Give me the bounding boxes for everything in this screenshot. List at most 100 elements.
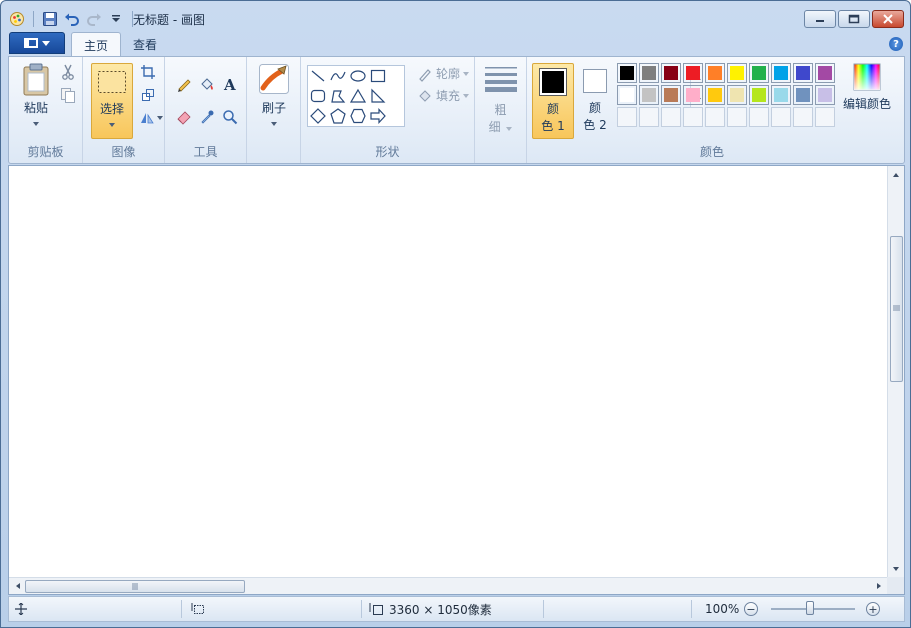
fill-icon: [419, 89, 431, 102]
rotate-icon: [141, 113, 154, 124]
cut-button[interactable]: [57, 61, 79, 83]
shape-pentagon[interactable]: [328, 106, 348, 126]
palette-color-swatch[interactable]: [683, 63, 703, 83]
paste-button[interactable]: 粘贴: [17, 63, 55, 133]
minimize-button[interactable]: [804, 10, 836, 28]
group-clipboard: 粘贴 剪贴板: [9, 57, 83, 163]
palette-color-swatch[interactable]: [771, 63, 791, 83]
resize-button[interactable]: [137, 84, 159, 106]
custom-color-slot[interactable]: [793, 107, 813, 127]
custom-color-slot[interactable]: [749, 107, 769, 127]
shape-diamond[interactable]: [308, 106, 328, 126]
color1-button[interactable]: 颜 色 1: [532, 63, 574, 139]
palette-color-swatch[interactable]: [771, 85, 791, 105]
swatch-fill: [664, 66, 678, 80]
palette-color-swatch[interactable]: [705, 63, 725, 83]
crop-button[interactable]: [137, 61, 159, 83]
copy-button[interactable]: [57, 84, 79, 106]
palette-color-swatch[interactable]: [815, 85, 835, 105]
minus-icon: −: [746, 602, 756, 616]
customize-qat-icon[interactable]: [108, 11, 124, 27]
custom-color-slot[interactable]: [727, 107, 747, 127]
palette-color-swatch[interactable]: [727, 63, 747, 83]
drawing-canvas[interactable]: [14, 166, 888, 578]
horizontal-scroll-thumb[interactable]: [25, 580, 245, 593]
pencil-button[interactable]: [173, 73, 195, 95]
zoom-out-button[interactable]: −: [744, 602, 758, 616]
canvas-area[interactable]: [8, 165, 905, 595]
custom-color-slot[interactable]: [705, 107, 725, 127]
swatch-fill: [664, 88, 678, 102]
custom-color-slot[interactable]: [661, 107, 681, 127]
eraser-button[interactable]: [173, 106, 195, 128]
palette-color-swatch[interactable]: [617, 63, 637, 83]
palette-color-swatch[interactable]: [793, 85, 813, 105]
palette-color-swatch[interactable]: [639, 63, 659, 83]
fill-button[interactable]: [196, 73, 218, 95]
horizontal-scrollbar[interactable]: [9, 577, 888, 594]
shape-triangle[interactable]: [348, 86, 368, 106]
shape-curve[interactable]: [328, 66, 348, 86]
custom-color-slot[interactable]: [617, 107, 637, 127]
select-button[interactable]: 选择: [91, 63, 133, 139]
outline-button[interactable]: 轮廓: [417, 65, 470, 82]
shape-line[interactable]: [308, 66, 328, 86]
scroll-down-button[interactable]: [890, 563, 902, 575]
chevron-down-icon: [157, 116, 163, 120]
custom-color-slot[interactable]: [683, 107, 703, 127]
shape-hexagon[interactable]: [348, 106, 368, 126]
palette-color-swatch[interactable]: [639, 85, 659, 105]
palette-color-swatch[interactable]: [793, 63, 813, 83]
scroll-right-button[interactable]: [873, 580, 885, 592]
group-size[interactable]: 粗 细: [475, 57, 527, 163]
palette-color-swatch[interactable]: [727, 85, 747, 105]
paint-bucket-icon: [201, 78, 213, 90]
tab-home[interactable]: 主页: [71, 32, 122, 57]
color2-button[interactable]: 颜 色 2: [576, 63, 614, 139]
undo-icon[interactable]: [64, 11, 80, 27]
zoom-in-button[interactable]: +: [866, 602, 880, 616]
palette-color-swatch[interactable]: [815, 63, 835, 83]
color2-label-line1: 颜: [588, 101, 601, 115]
help-icon[interactable]: ?: [889, 37, 903, 51]
rotate-button[interactable]: [137, 107, 165, 129]
fill-dropdown-button[interactable]: 填充: [417, 87, 470, 104]
palette-color-swatch[interactable]: [683, 85, 703, 105]
magnifier-button[interactable]: [219, 106, 241, 128]
shape-right-arrow[interactable]: [368, 106, 388, 126]
zoom-slider-thumb[interactable]: [806, 601, 814, 615]
palette-color-swatch[interactable]: [705, 85, 725, 105]
shape-rounded-rectangle[interactable]: [308, 86, 328, 106]
chevron-down-icon: [893, 567, 899, 571]
palette-color-swatch[interactable]: [661, 63, 681, 83]
shape-right-triangle[interactable]: [368, 86, 388, 106]
application-menu-button[interactable]: [9, 32, 65, 54]
vertical-scroll-thumb[interactable]: [890, 236, 903, 382]
brushes-button[interactable]: 刷子: [255, 63, 293, 133]
palette-color-swatch[interactable]: [661, 85, 681, 105]
custom-color-slot[interactable]: [639, 107, 659, 127]
paint-app-icon[interactable]: [9, 11, 25, 27]
rounded-rectangle-shape-icon: [310, 89, 326, 103]
palette-color-swatch[interactable]: [617, 85, 637, 105]
scroll-left-button[interactable]: [12, 580, 24, 592]
swatch-fill: [818, 88, 832, 102]
save-icon[interactable]: [42, 11, 58, 27]
custom-color-slot[interactable]: [771, 107, 791, 127]
palette-color-swatch[interactable]: [749, 85, 769, 105]
maximize-button[interactable]: [838, 10, 870, 28]
vertical-scrollbar[interactable]: [887, 166, 904, 578]
scroll-up-button[interactable]: [890, 169, 902, 181]
shape-oval[interactable]: [348, 66, 368, 86]
swatch-fill: [752, 66, 766, 80]
redo-icon[interactable]: [86, 11, 102, 27]
edit-colors-button[interactable]: 编辑颜色: [839, 63, 895, 123]
text-button[interactable]: A: [219, 73, 241, 95]
tab-view[interactable]: 查看: [121, 32, 169, 57]
close-button[interactable]: [872, 10, 904, 28]
shape-rectangle[interactable]: [368, 66, 388, 86]
color-picker-button[interactable]: [196, 106, 218, 128]
palette-color-swatch[interactable]: [749, 63, 769, 83]
custom-color-slot[interactable]: [815, 107, 835, 127]
shape-polygon[interactable]: [328, 86, 348, 106]
